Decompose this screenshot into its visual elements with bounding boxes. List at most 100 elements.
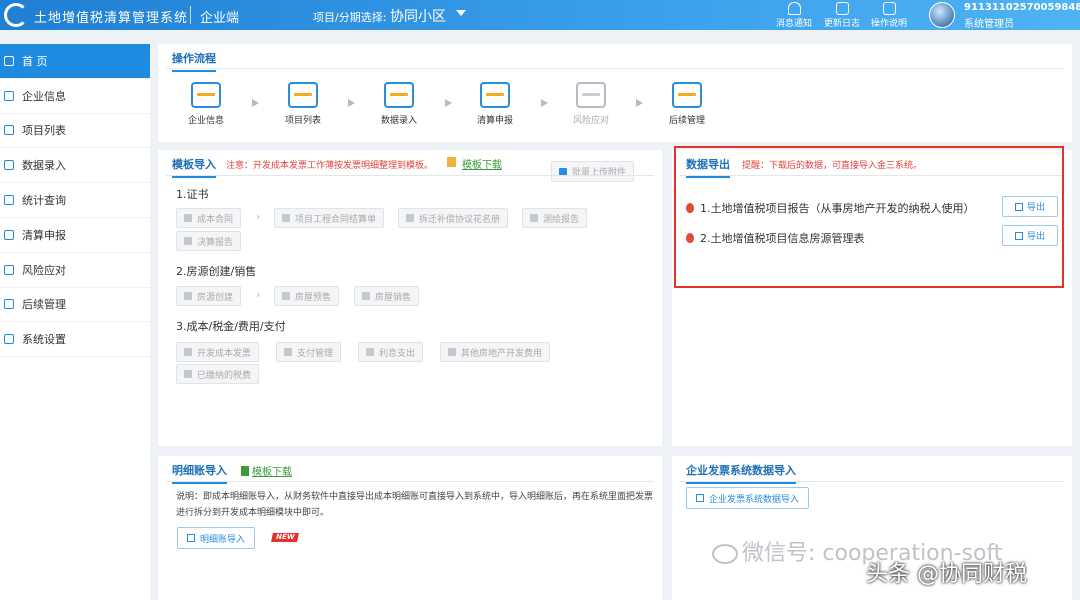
engineering-settlement-button[interactable]: 项目工程合同结算单 (274, 208, 385, 228)
top-bar: 土地增值税清算管理系统 企业端 项目/分期选择: 协同小区 消息通知 更新日志 … (0, 0, 1080, 30)
sidebar-item-label: 后续管理 (22, 298, 66, 312)
button-label: 拆迁补偿协议花名册 (419, 214, 501, 225)
highlight-annotation-box (674, 146, 1064, 288)
sidebar-item-label: 企业信息 (22, 89, 66, 103)
edit-icon (696, 494, 704, 502)
step-label: 清算申报 (476, 116, 513, 126)
sidebar-item-label: 项目列表 (22, 124, 66, 138)
sidebar-item-label: 统计查询 (22, 194, 66, 208)
survey-report-button[interactable]: 测绘报告 (522, 208, 588, 228)
building-icon (282, 292, 290, 300)
list-icon (4, 125, 14, 136)
sidebar: 首 页 企业信息 项目列表 数据录入 统计查询 清算申报 风险应对 后续管理 系… (0, 44, 150, 600)
folder-icon (672, 82, 702, 108)
toutiao-watermark: 头条 @协同财税 (866, 562, 1027, 587)
workflow-card: 操作流程 企业信息 项目列表 数据录入 清算申报 风险应对 后续管理 (158, 44, 1072, 142)
edit-icon (4, 160, 14, 171)
arrow-right-icon (252, 99, 259, 107)
button-label: 房源创建 (197, 292, 234, 303)
step-project-list[interactable]: 项目列表 (263, 82, 343, 126)
button-label: 项目工程合同结算单 (295, 214, 377, 225)
ledger-template-download-link[interactable]: 模板下载 (252, 463, 292, 478)
button-label: 房屋销售 (375, 292, 412, 303)
sidebar-item-statistics[interactable]: 统计查询 (0, 183, 150, 218)
account-id: 91131102570059848E (964, 2, 1080, 13)
button-label: 其他房地产开发费用 (461, 348, 543, 359)
manage-icon (4, 299, 14, 310)
step-followup[interactable]: 后续管理 (647, 82, 727, 126)
step-company-info[interactable]: 企业信息 (166, 82, 246, 126)
declare-step-icon (480, 82, 510, 108)
ledger-import-button[interactable]: 明细账导入 (177, 527, 256, 549)
button-label: 开发成本发票 (197, 348, 252, 359)
sidebar-item-declare[interactable]: 清算申报 (0, 218, 150, 253)
arrow-right-icon (348, 99, 355, 107)
ledger-import-button-label: 明细账导入 (200, 534, 246, 545)
app-logo-icon (4, 3, 28, 27)
ledger-import-description: 说明：即成本明细账导入，从财务软件中直接导出成本明细账可直接导入到系统中，导入明… (176, 492, 654, 518)
sidebar-item-data-entry[interactable]: 数据录入 (0, 148, 150, 184)
warning-icon (4, 264, 14, 275)
step-label: 项目列表 (284, 116, 321, 126)
chevron-right-icon: › (256, 288, 261, 301)
presale-button[interactable]: 房屋预售 (274, 286, 340, 306)
cost-contract-button[interactable]: 成本合同 (176, 208, 242, 228)
paid-taxes-button[interactable]: 已缴纳的税费 (176, 364, 260, 384)
interest-expense-button[interactable]: 利息支出 (358, 342, 424, 362)
invoice-import-button[interactable]: 企业发票系统数据导入 (686, 487, 810, 509)
batch-upload-button[interactable]: 批量上传附件 (551, 161, 635, 182)
divider (680, 481, 1064, 482)
sidebar-item-risk[interactable]: 风险应对 (0, 253, 150, 288)
template-download-link[interactable]: 模板下载 (462, 156, 502, 171)
search-icon (4, 195, 14, 206)
payment-mgmt-button[interactable]: 支付管理 (276, 342, 342, 362)
sidebar-item-projects[interactable]: 项目列表 (0, 114, 150, 149)
project-select[interactable]: 协同小区 (390, 6, 446, 26)
step-data-entry[interactable]: 数据录入 (359, 82, 439, 126)
section-housing: 2.房源创建/销售 (176, 265, 257, 278)
app-subtitle: 企业端 (200, 11, 240, 26)
update-log-button[interactable]: 更新日志 (824, 2, 860, 29)
section-certificates: 1.证书 (176, 188, 209, 201)
relocation-roster-button[interactable]: 拆迁补偿协议花名册 (398, 208, 509, 228)
sidebar-item-home[interactable]: 首 页 (0, 44, 150, 79)
section-costs: 3.成本/税金/费用/支付 (176, 320, 286, 333)
sidebar-item-followup[interactable]: 后续管理 (0, 288, 150, 323)
sidebar-item-settings[interactable]: 系统设置 (0, 322, 150, 358)
other-dev-expense-button[interactable]: 其他房地产开发费用 (440, 342, 551, 362)
invoice-icon (184, 348, 192, 356)
housing-create-button[interactable]: 房源创建 (176, 286, 242, 306)
building-icon (448, 348, 456, 356)
bell-icon (787, 2, 801, 15)
chevron-down-icon[interactable] (456, 10, 466, 16)
project-label: 项目/分期选择: (313, 11, 387, 24)
building-icon (362, 292, 370, 300)
notification-button[interactable]: 消息通知 (776, 2, 812, 29)
notification-label: 消息通知 (776, 19, 813, 29)
sidebar-item-company[interactable]: 企业信息 (0, 79, 150, 114)
edit-icon (187, 534, 195, 542)
update-icon (835, 2, 849, 15)
manual-button[interactable]: 操作说明 (871, 2, 907, 29)
chevron-right-icon: › (256, 210, 261, 223)
app-title: 土地增值税清算管理系统 (34, 11, 189, 26)
template-import-notice: 注意：开发成本发票工作薄按发票明细整理到模板。 (226, 161, 434, 171)
money-icon (366, 348, 374, 356)
arrow-right-icon (636, 99, 643, 107)
sales-button[interactable]: 房屋销售 (354, 286, 420, 306)
dev-cost-invoice-button[interactable]: 开发成本发票 (176, 342, 260, 362)
button-label: 支付管理 (297, 348, 334, 359)
step-declare[interactable]: 清算申报 (455, 82, 535, 126)
avatar[interactable] (929, 2, 955, 28)
batch-upload-label: 批量上传附件 (572, 168, 627, 178)
company-info-icon (191, 82, 221, 108)
new-badge: NEW (271, 533, 300, 542)
sidebar-item-label: 风险应对 (22, 263, 66, 277)
sidebar-item-label: 数据录入 (22, 159, 66, 173)
excel-icon (241, 465, 249, 476)
settings-icon (4, 334, 14, 345)
doc-icon (406, 214, 414, 222)
invoice-import-button-label: 企业发票系统数据导入 (709, 494, 800, 505)
update-log-label: 更新日志 (824, 19, 861, 29)
final-accounts-button[interactable]: 决算报告 (176, 231, 242, 251)
